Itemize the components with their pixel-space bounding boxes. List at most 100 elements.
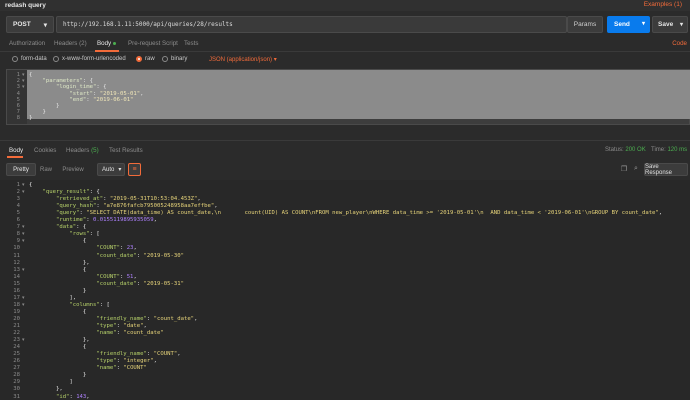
tab-cookies[interactable]: Cookies (34, 147, 56, 154)
line-number: 8 (16, 231, 20, 238)
line-number: 16 (13, 287, 20, 294)
pane-divider[interactable] (0, 140, 690, 141)
code-line: "COUNT": 51, (96, 273, 137, 280)
content-type-select[interactable]: JSON (application/json) ▾ (209, 56, 277, 63)
send-button[interactable]: Send ▾ (607, 16, 650, 33)
line-number: 6 (16, 217, 20, 224)
wrap-lines-icon[interactable]: ≡ (128, 163, 141, 176)
format-pretty[interactable]: Pretty (6, 163, 36, 176)
line-number: 29 (13, 379, 20, 386)
tab-label: Headers (54, 40, 78, 47)
fold-toggle-icon[interactable]: ▾ (22, 238, 25, 245)
params-button[interactable]: Params (567, 16, 603, 33)
copy-icon[interactable]: ❐ (619, 164, 629, 174)
tab-response-headers[interactable]: Headers (5) (66, 147, 99, 154)
tab-label: Pre-request Script (128, 40, 178, 47)
radio-binary[interactable]: binary (162, 56, 187, 62)
active-tab-indicator (95, 50, 119, 52)
code-line: }, (55, 386, 63, 393)
examples-link[interactable]: Examples (1) (644, 1, 682, 8)
line-number: 19 (13, 308, 20, 315)
language-select[interactable]: Auto ▾ (97, 163, 125, 176)
body-type-selector: form-data x-www-form-urlencoded raw bina… (0, 53, 690, 67)
line-number: 23 (13, 337, 20, 344)
line-number: 2 (16, 189, 20, 196)
radio-x-www-form-urlencoded[interactable]: x-www-form-urlencoded (53, 56, 126, 62)
tab-label: Body (9, 147, 24, 154)
tab-label: Authorization (9, 40, 46, 47)
code-line: "count_date": "2019-05-31" (96, 280, 184, 287)
chevron-down-icon[interactable]: ▾ (680, 21, 683, 28)
chevron-down-icon: ▾ (118, 167, 122, 173)
modified-dot-icon (113, 41, 117, 45)
code-line: { (82, 344, 87, 351)
radio-raw[interactable]: raw (136, 56, 155, 62)
radio-icon (53, 56, 59, 62)
fold-toggle-icon[interactable]: ▾ (22, 231, 25, 238)
line-number: 18 (13, 301, 20, 308)
code-line: "type": "integer", (96, 358, 158, 365)
language-label: Auto (102, 166, 115, 173)
code-line: "name": "count_date" (96, 330, 164, 337)
code-line: { (82, 266, 87, 273)
line-number: 22 (13, 330, 20, 337)
code-line: "friendly_name": "COUNT", (96, 351, 181, 358)
fold-toggle-icon[interactable]: ▾ (22, 224, 25, 231)
save-response-button[interactable]: Save Response (644, 163, 688, 176)
line-number: 7 (16, 224, 20, 231)
request-line: POST ▾ http://192.168.1.11:5000/api/quer… (0, 11, 690, 36)
tab-response-body[interactable]: Body (9, 147, 23, 154)
tab-pre-request-script[interactable]: Pre-request Script (128, 40, 178, 47)
code-line: ], (69, 294, 77, 301)
tab-label: Tests (184, 40, 199, 47)
tab-count: (5) (91, 147, 99, 154)
fold-toggle-icon[interactable]: ▾ (22, 182, 25, 189)
line-number: 21 (13, 323, 20, 329)
url-input[interactable]: http://192.168.1.11:5000/api/queries/28/… (56, 16, 567, 33)
search-icon[interactable]: ⌕ (631, 164, 641, 174)
line-number: 28 (13, 372, 20, 379)
response-body-viewer[interactable]: 1 ▾{2 ▾ "query_result": {3 "retrieved_at":… (0, 180, 690, 400)
tab-label: Body (97, 40, 112, 47)
line-number: 17 (13, 294, 20, 301)
radio-label: raw (145, 56, 155, 62)
line-number: 25 (13, 351, 20, 358)
content-type-label: JSON (application/json) (209, 57, 273, 63)
fold-toggle-icon[interactable]: ▾ (22, 267, 25, 274)
line-number: 13 (13, 266, 20, 273)
code-link[interactable]: Code (672, 40, 687, 47)
code-line: "name": "COUNT" (96, 365, 147, 372)
tab-body[interactable]: Body (97, 40, 117, 47)
code-line: } (82, 372, 87, 379)
fold-toggle-icon[interactable]: ▾ (22, 337, 25, 344)
fold-toggle-icon[interactable]: ▾ (22, 84, 25, 91)
code-line: "query_hash": "a7e876fafcb795005248958aa… (55, 203, 218, 210)
format-preview[interactable]: Preview (58, 163, 88, 176)
status-readout: Status: 200 OK (605, 147, 646, 153)
tab-headers[interactable]: Headers (2) (54, 40, 87, 47)
tab-authorization[interactable]: Authorization (9, 40, 45, 47)
response-toolbar: Pretty Raw Preview Auto ▾ ≡ ❐ ⌕ Save Resp… (0, 163, 690, 178)
save-button[interactable]: Save ▾ (652, 16, 688, 33)
time-readout: Time: 120 ms (651, 147, 687, 153)
fold-toggle-icon[interactable]: ▾ (22, 295, 25, 302)
line-number: 4 (16, 203, 20, 210)
fold-toggle-icon[interactable]: ▾ (22, 302, 25, 309)
time-value: 120 ms (667, 147, 688, 153)
code-line: "query": "SELECT DATE(data_time) AS coun… (55, 210, 663, 217)
code-line: "friendly_name": "count_date", (96, 315, 198, 322)
tab-tests[interactable]: Tests (184, 40, 198, 47)
line-number: 24 (13, 344, 20, 351)
tab-test-results[interactable]: Test Results (109, 147, 143, 154)
fold-toggle-icon[interactable]: ▾ (22, 189, 25, 196)
method-select[interactable]: POST ▾ (6, 16, 54, 33)
line-number: 8 (16, 115, 20, 122)
format-raw[interactable]: Raw (37, 163, 55, 176)
line-number: 31 (13, 393, 20, 400)
line-number: 26 (13, 358, 20, 365)
radio-label: form-data (21, 56, 47, 62)
request-body-editor[interactable]: 1 ▾{2 ▾ "parameters": {3 ▾ "login_time": {4… (6, 69, 690, 125)
line-number: 11 (13, 252, 20, 259)
chevron-down-icon[interactable]: ▾ (642, 20, 645, 27)
radio-form-data[interactable]: form-data (12, 56, 47, 62)
